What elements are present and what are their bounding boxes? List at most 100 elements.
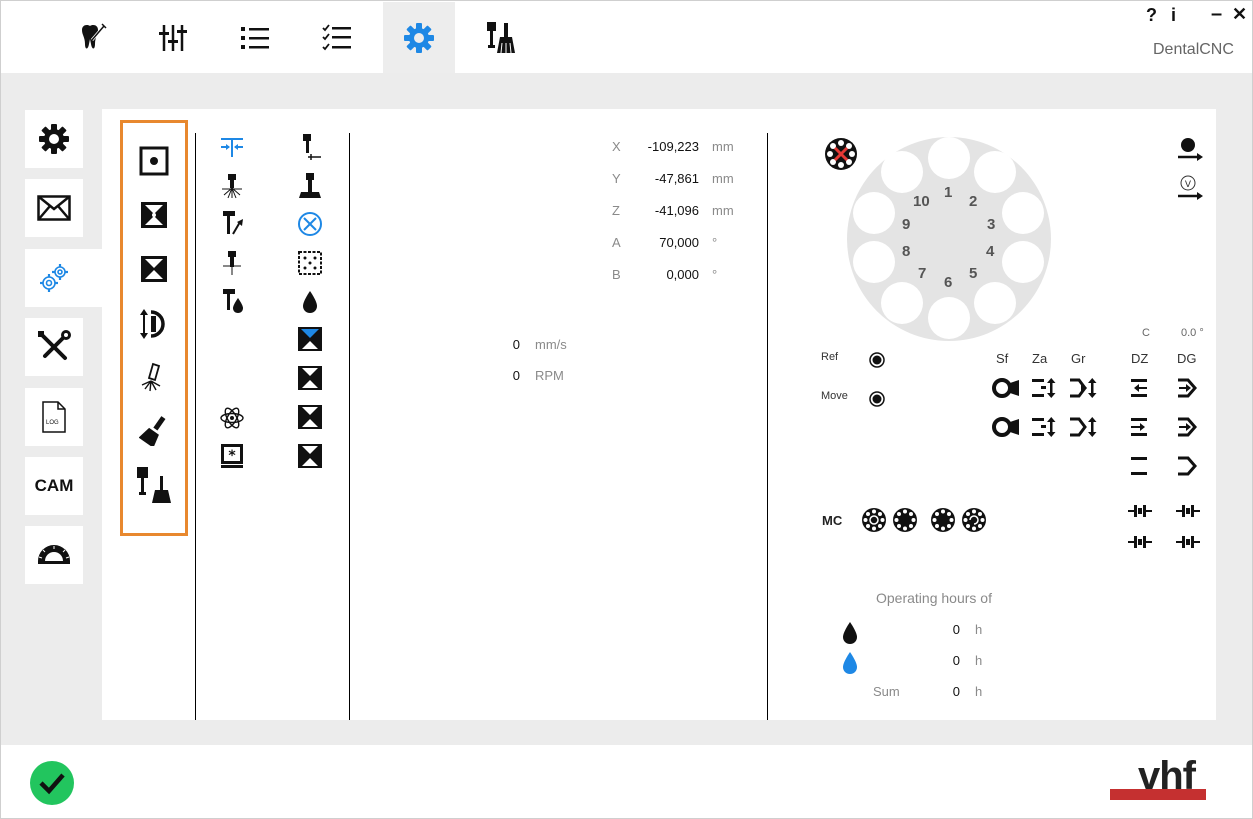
user-arrow-icon[interactable] [1176,136,1204,164]
gripper-close-icon[interactable] [1069,416,1097,438]
connector-1-icon[interactable] [1127,503,1153,519]
spindle-off-icon[interactable] [992,416,1020,438]
minimize-button[interactable]: – [1211,3,1222,26]
axis-unit: mm [712,139,734,154]
magazine-4-icon[interactable] [961,507,987,533]
display-asterisk-icon[interactable]: * [220,443,244,469]
help-button[interactable]: ? [1146,5,1157,26]
tool-slot[interactable] [853,241,895,283]
col-za: Za [1032,351,1048,366]
tool-brush-combo-icon[interactable] [136,466,172,504]
axis-label: B [612,267,621,282]
sidebar-item-cam[interactable]: CAM [25,457,83,515]
tool-length-icon[interactable] [221,210,247,238]
wrench-screwdriver-icon [37,330,71,364]
magazine-2-icon[interactable] [892,507,918,533]
clamp-closed-icon[interactable] [297,404,323,430]
sidebar-item-settings[interactable] [25,110,83,168]
clamp-blue-icon[interactable] [297,326,323,352]
probe-icon[interactable] [297,133,323,161]
sidebar-item-protractor[interactable] [25,526,83,584]
dz-in-icon[interactable] [1130,377,1150,399]
atom-icon[interactable] [219,405,245,431]
dz-neutral-icon[interactable] [1130,455,1150,477]
tool-measure-icon[interactable] [219,135,245,159]
hours-sum-label: Sum [873,684,900,699]
tab-sliders[interactable] [137,2,209,74]
magazine-1-icon[interactable] [861,507,887,533]
dg-neutral-icon[interactable] [1177,455,1199,477]
tab-tooth-tool[interactable] [57,2,129,74]
tab-list[interactable] [219,2,291,74]
slot-number: 2 [969,193,978,210]
spray-nozzle-icon[interactable] [139,362,169,394]
tool-slot[interactable] [928,137,970,179]
close-button[interactable]: ✕ [1232,4,1247,25]
tool-slot[interactable] [853,192,895,234]
tool-slot[interactable] [974,282,1016,324]
feed-unit: mm/s [535,337,567,352]
workpiece-clamp-2-icon[interactable] [139,254,169,284]
black-drop-icon[interactable] [300,289,320,315]
connector-2-icon[interactable] [1175,503,1201,519]
connector-3-icon[interactable] [1127,534,1153,550]
spindle-on-icon[interactable] [992,377,1020,399]
tool-slot[interactable] [928,297,970,339]
calibrate-square-icon[interactable] [297,250,323,276]
axis-rotate-icon[interactable] [139,308,169,340]
position-readout: X -109,223 mm Y -47,861 mm Z -41,096 mm … [605,139,745,299]
ref-radio[interactable] [869,352,885,368]
dz-out-icon[interactable] [1130,416,1150,438]
sidebar-item-log[interactable]: LOG [25,388,83,446]
mc-label: MC [822,513,843,528]
tool-table-icon[interactable] [297,172,323,200]
axis-unit: mm [712,203,734,218]
hours-blue-value: 0 [952,653,960,668]
tool-slot[interactable] [881,282,923,324]
hours-title: Operating hours of [876,590,992,606]
dg-in-icon[interactable] [1177,377,1199,399]
svg-text:V: V [1185,180,1192,190]
slot-number: 5 [969,265,978,282]
sidebar-item-machine-settings[interactable] [25,249,102,307]
clamp-release-icon[interactable] [297,443,323,469]
status-ok-icon[interactable] [29,760,75,806]
tab-tools-brush[interactable] [465,2,537,74]
tool-blow-icon[interactable] [219,173,245,199]
za-up-icon[interactable] [1031,377,1057,399]
move-radio[interactable] [869,391,885,407]
tool-coolant-icon[interactable] [221,288,247,316]
tool-slot[interactable] [1002,241,1044,283]
gear-icon [402,21,436,55]
col-dg: DG [1177,351,1197,366]
za-down-icon[interactable] [1031,416,1057,438]
brush-icon[interactable] [139,414,169,446]
sidebar-item-messages[interactable] [25,179,83,237]
clamp-open-icon[interactable] [297,365,323,391]
spindle-value: 0 [512,368,520,383]
gripper-open-icon[interactable] [1069,377,1097,399]
dg-out-icon[interactable] [1177,416,1199,438]
tool-slot[interactable] [1002,192,1044,234]
tab-settings[interactable] [383,2,455,74]
tool-slot[interactable] [881,151,923,193]
axis-row-y: Y -47,861 mm [605,171,745,203]
magazine-3-icon[interactable] [930,507,956,533]
brand-bar [1110,789,1206,800]
spindle-position-icon[interactable] [139,146,169,176]
sidebar-item-tools[interactable] [25,318,83,376]
slot-number: 8 [902,243,911,260]
workpiece-clamp-icon[interactable] [139,200,169,230]
tab-checklist[interactable] [301,2,373,74]
cam-label: CAM [34,476,74,495]
slot-number: 7 [918,265,927,282]
version-arrow-icon[interactable]: V [1176,175,1204,203]
info-button[interactable]: i [1171,5,1176,26]
connector-4-icon[interactable] [1175,534,1201,550]
axis-label: Y [612,171,621,186]
axis-label: Z [612,203,620,218]
tool-slot[interactable] [974,151,1016,193]
calibrate-circle-icon[interactable] [297,211,323,237]
tool-changer-error-icon[interactable] [824,137,858,171]
tool-check-icon[interactable] [219,250,245,276]
